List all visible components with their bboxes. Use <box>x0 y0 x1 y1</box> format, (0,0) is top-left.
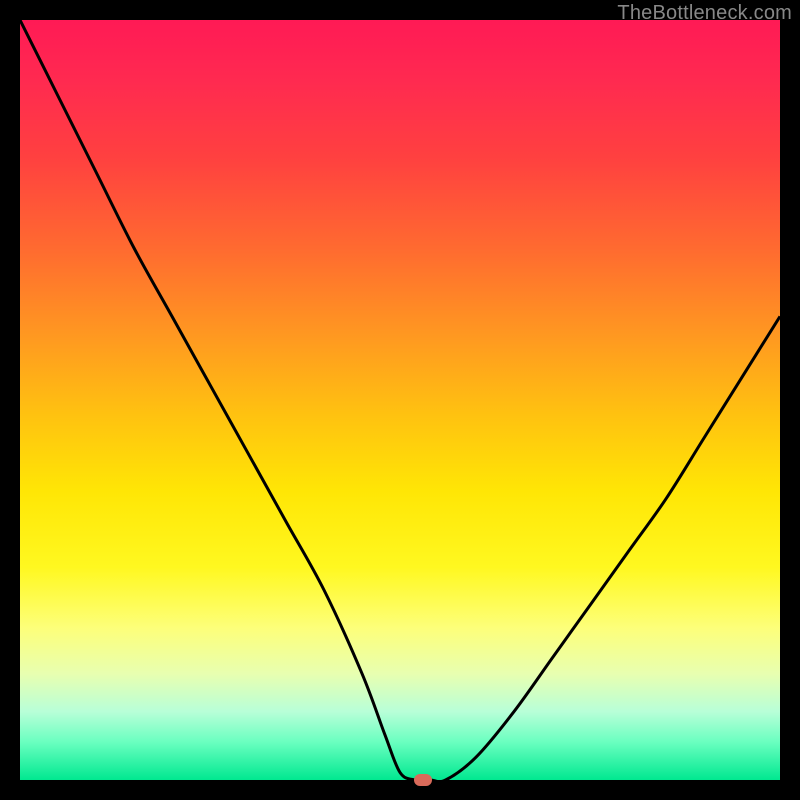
watermark-text: TheBottleneck.com <box>617 2 792 25</box>
optimal-point-marker <box>414 774 432 786</box>
chart-frame <box>20 20 780 780</box>
bottleneck-curve <box>20 20 780 780</box>
